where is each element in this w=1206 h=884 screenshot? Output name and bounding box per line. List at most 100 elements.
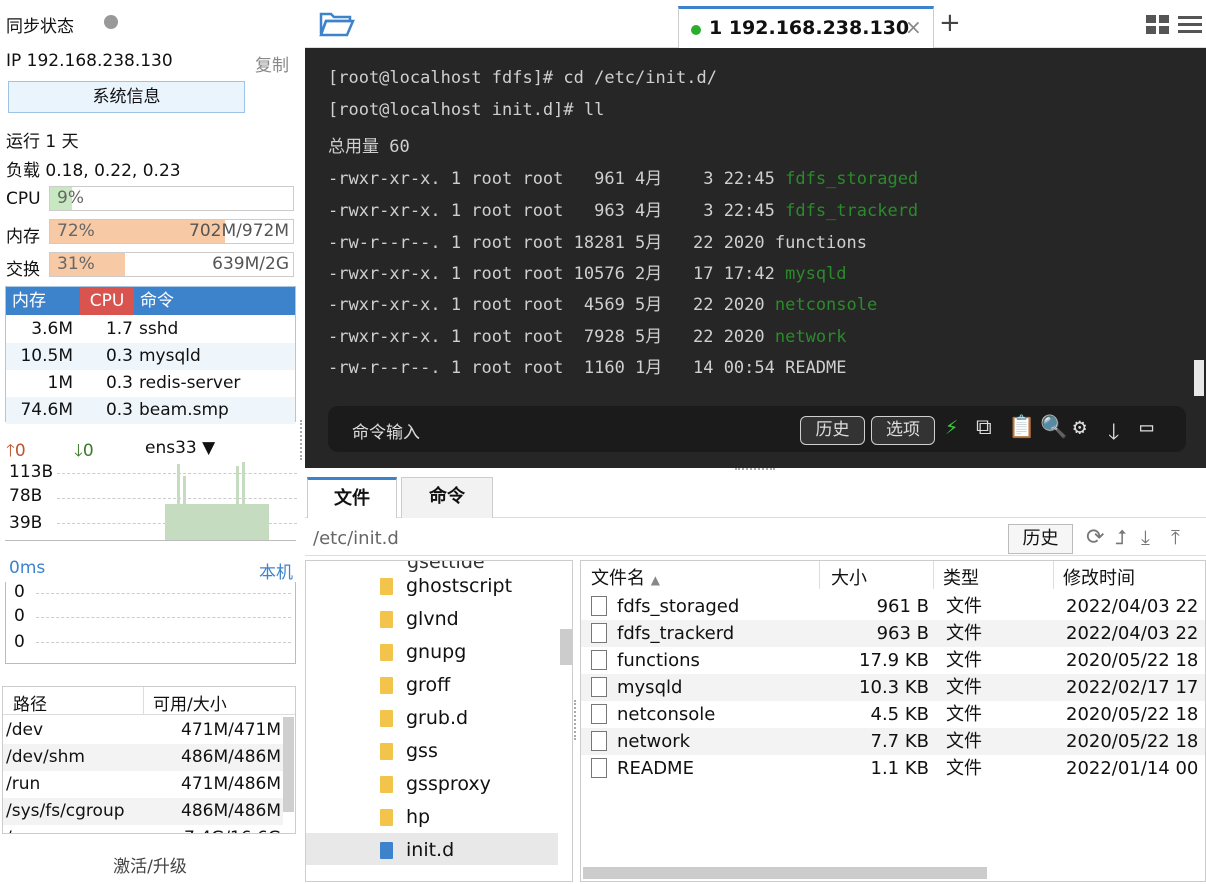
file-date: 2020/05/22 18 <box>1066 731 1199 752</box>
splitter-handle[interactable] <box>574 700 578 740</box>
paste-icon[interactable]: 📋 <box>1008 415 1035 440</box>
tree-item-selected[interactable]: init.d <box>406 835 454 865</box>
terminal-line: 总用量 60 <box>328 132 410 157</box>
folder-icon <box>380 677 393 694</box>
copy-icon[interactable]: ⧉ <box>976 415 992 440</box>
disk-row[interactable]: /dev 471M/471M <box>3 717 283 744</box>
process-row[interactable]: 10.5M 0.3 mysqld <box>6 343 295 370</box>
tree-item[interactable]: grub.d <box>406 703 468 733</box>
file-row[interactable]: functions 17.9 KB 文件 2020/05/22 18 <box>581 647 1205 674</box>
file-type: 文件 <box>946 650 982 671</box>
ping-latency: 0ms <box>9 558 46 578</box>
disk-row[interactable]: /run 471M/486M <box>3 771 283 798</box>
terminal-exec-name: fdfs_trackerd <box>785 201 919 221</box>
tree-item[interactable]: glvnd <box>406 604 459 634</box>
net-interface-select[interactable]: ens33 ▼ <box>145 438 215 458</box>
terminal-text: [root@localhost fdfs]# cd /etc/init.d/ <box>328 68 717 88</box>
activate-upgrade-button[interactable]: 激活/升级 <box>0 852 300 877</box>
sysinfo-button[interactable]: 系统信息 <box>8 81 245 113</box>
add-tab-icon[interactable]: + <box>939 8 961 38</box>
splitter-handle[interactable] <box>300 420 304 460</box>
process-row[interactable]: 3.6M 1.7 sshd <box>6 316 295 343</box>
disk-row[interactable]: /dev/shm 486M/486M <box>3 744 283 771</box>
disk-header-size[interactable]: 可用/大小 <box>153 690 227 715</box>
disk-row[interactable]: / 7.4G/16.6G <box>3 825 283 833</box>
command-options-button[interactable]: 选项 <box>871 416 935 445</box>
file-icon <box>591 677 607 697</box>
tree-item[interactable]: hp <box>406 802 430 832</box>
process-row[interactable]: 74.6M 0.3 beam.smp <box>6 397 295 424</box>
tree-item[interactable]: groff <box>406 670 450 700</box>
net-upload-value: 0 <box>14 441 26 461</box>
col-header-type[interactable]: 类型 <box>943 564 979 590</box>
file-size: 10.3 KB <box>859 677 929 698</box>
terminal[interactable]: [root@localhost fdfs]# cd /etc/init.d/ [… <box>305 48 1206 468</box>
path-history-button[interactable]: 历史 <box>1008 524 1073 554</box>
tree-item[interactable]: ghostscript <box>406 571 512 601</box>
cpu-bar: 9% <box>49 186 294 211</box>
file-row[interactable]: fdfs_trackerd 963 B 文件 2022/04/03 22 <box>581 620 1205 647</box>
folder-open-icon[interactable] <box>319 10 355 42</box>
close-tab-icon[interactable]: × <box>905 15 922 39</box>
disk-path: /run <box>6 774 41 794</box>
file-list-hscrollbar[interactable] <box>583 867 987 879</box>
file-name: functions <box>617 650 700 671</box>
disk-scrollbar[interactable] <box>283 717 294 812</box>
copy-ip-button[interactable]: 复制 <box>255 51 289 76</box>
menu-icon[interactable] <box>1178 15 1202 39</box>
gear-icon[interactable]: ⚙ <box>1073 415 1086 440</box>
path-input[interactable]: /etc/init.d <box>313 528 399 549</box>
col-header-name[interactable]: 文件名 ▲ <box>591 564 660 590</box>
terminal-scrollbar[interactable] <box>1194 360 1204 396</box>
disk-path: /dev <box>6 720 44 740</box>
folder-icon <box>380 644 393 661</box>
up-directory-icon[interactable]: ⮥ <box>1115 525 1127 549</box>
disk-path: / <box>6 825 12 833</box>
net-interface-name: ens33 <box>145 438 197 458</box>
file-row[interactable]: mysqld 10.3 KB 文件 2022/02/17 17 <box>581 674 1205 701</box>
file-row[interactable]: network 7.7 KB 文件 2020/05/22 18 <box>581 728 1205 755</box>
disk-row[interactable]: /sys/fs/cgroup 486M/486M <box>3 798 283 825</box>
swap-bar: 31% 639M/2G <box>49 252 294 277</box>
tree-item[interactable]: gssproxy <box>406 769 491 799</box>
column-divider <box>143 687 144 715</box>
terminal-line: -rwxr-xr-x. 1 root root 7928 5月 22 2020 … <box>328 322 847 347</box>
tab-commands[interactable]: 命令 <box>401 477 493 518</box>
upload-icon[interactable]: ⤒ <box>1171 525 1180 549</box>
file-row[interactable]: fdfs_storaged 961 B 文件 2022/04/03 22 <box>581 593 1205 620</box>
disk-header-path[interactable]: 路径 <box>13 690 47 715</box>
proc-header-cpu[interactable]: CPU <box>80 287 134 315</box>
proc-header-mem[interactable]: 内存 <box>12 287 78 315</box>
process-row[interactable]: 1M 0.3 redis-server <box>6 370 295 397</box>
tab-files[interactable]: 文件 <box>307 477 397 518</box>
tree-item[interactable]: gnupg <box>406 637 466 667</box>
proc-header-cmd[interactable]: 命令 <box>140 287 174 315</box>
terminal-text: [root@localhost init.d]# ll <box>328 100 605 120</box>
command-history-button[interactable]: 历史 <box>800 416 865 445</box>
file-row[interactable]: netconsole 4.5 KB 文件 2020/05/22 18 <box>581 701 1205 728</box>
app-window: 同步状态 IP 192.168.238.130 复制 系统信息 运行 1 天 负… <box>0 0 1206 884</box>
grid-layout-icon[interactable] <box>1146 15 1170 39</box>
search-icon[interactable]: 🔍 <box>1040 415 1067 440</box>
arrow-up-icon: 🡑 <box>6 441 15 461</box>
net-graph-area <box>165 504 269 540</box>
command-input[interactable]: 命令输入 <box>352 418 420 443</box>
session-tab[interactable]: 1 192.168.238.130 × <box>678 6 934 48</box>
col-header-size[interactable]: 大小 <box>831 564 867 590</box>
lightning-icon[interactable]: ⚡ <box>945 415 958 440</box>
arrow-down-icon[interactable]: 🡓 <box>1108 415 1119 453</box>
terminal-line: [root@localhost fdfs]# cd /etc/init.d/ <box>328 68 717 88</box>
ping-host[interactable]: 本机 <box>259 558 293 583</box>
terminal-line: -rw-r--r--. 1 root root 18281 5月 22 2020… <box>328 228 867 253</box>
refresh-icon[interactable]: ⟳ <box>1086 525 1104 550</box>
tree-scrollbar[interactable] <box>560 629 572 665</box>
tree-item[interactable]: gss <box>406 736 438 766</box>
col-header-modified[interactable]: 修改时间 <box>1063 564 1135 590</box>
window-icon[interactable]: ▭ <box>1140 415 1153 440</box>
file-row[interactable]: README 1.1 KB 文件 2022/01/14 00 <box>581 755 1205 782</box>
status-dot-icon <box>104 15 118 29</box>
proc-mem: 10.5M <box>20 346 73 366</box>
download-icon[interactable]: ⤓ <box>1141 525 1150 549</box>
folder-icon <box>380 578 393 595</box>
session-tab-label: 1 192.168.238.130 <box>709 17 910 39</box>
